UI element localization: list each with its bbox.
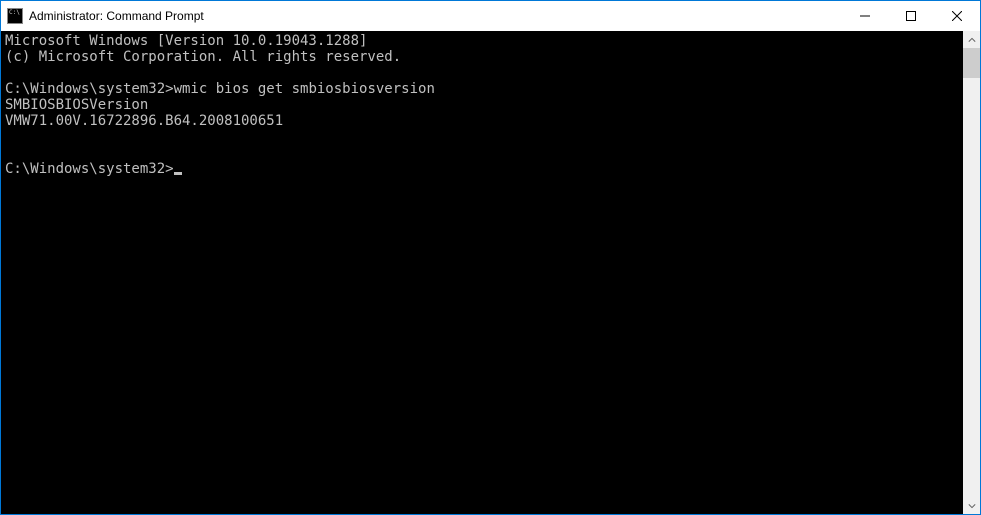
- scroll-down-button[interactable]: [963, 497, 980, 514]
- minimize-button[interactable]: [842, 1, 888, 31]
- maximize-icon: [906, 11, 916, 21]
- scrollbar-thumb[interactable]: [963, 48, 980, 78]
- terminal-line: C:\Windows\system32>: [5, 161, 963, 177]
- titlebar[interactable]: Administrator: Command Prompt: [1, 1, 980, 31]
- terminal-line: (c) Microsoft Corporation. All rights re…: [5, 49, 963, 65]
- chevron-down-icon: [968, 502, 976, 510]
- terminal-line: [5, 129, 963, 145]
- terminal-line: [5, 145, 963, 161]
- prompt: C:\Windows\system32>: [5, 81, 174, 97]
- prompt: C:\Windows\system32>: [5, 161, 174, 177]
- maximize-button[interactable]: [888, 1, 934, 31]
- close-icon: [952, 11, 962, 21]
- vertical-scrollbar[interactable]: [963, 31, 980, 514]
- terminal-line: Microsoft Windows [Version 10.0.19043.12…: [5, 33, 963, 49]
- client-area: Microsoft Windows [Version 10.0.19043.12…: [1, 31, 980, 514]
- terminal-line: VMW71.00V.16722896.B64.2008100651: [5, 113, 963, 129]
- window-title: Administrator: Command Prompt: [29, 9, 204, 23]
- os-version-line: Microsoft Windows [Version 10.0.19043.12…: [5, 33, 367, 49]
- output-header: SMBIOSBIOSVersion: [5, 97, 148, 113]
- scrollbar-track[interactable]: [963, 48, 980, 497]
- scroll-up-button[interactable]: [963, 31, 980, 48]
- chevron-up-icon: [968, 36, 976, 44]
- copyright-line: (c) Microsoft Corporation. All rights re…: [5, 49, 401, 65]
- window-controls: [842, 1, 980, 31]
- command-prompt-window: Administrator: Command Prompt Microsoft …: [0, 0, 981, 515]
- terminal-line: C:\Windows\system32>wmic bios get smbios…: [5, 81, 963, 97]
- text-cursor: [174, 172, 182, 175]
- cmd-icon: [7, 8, 23, 24]
- close-button[interactable]: [934, 1, 980, 31]
- terminal-line: [5, 65, 963, 81]
- bios-version-value: VMW71.00V.16722896.B64.2008100651: [5, 113, 283, 129]
- terminal-output[interactable]: Microsoft Windows [Version 10.0.19043.12…: [1, 31, 963, 514]
- entered-command: wmic bios get smbiosbiosversion: [174, 81, 435, 97]
- minimize-icon: [860, 11, 870, 21]
- terminal-line: SMBIOSBIOSVersion: [5, 97, 963, 113]
